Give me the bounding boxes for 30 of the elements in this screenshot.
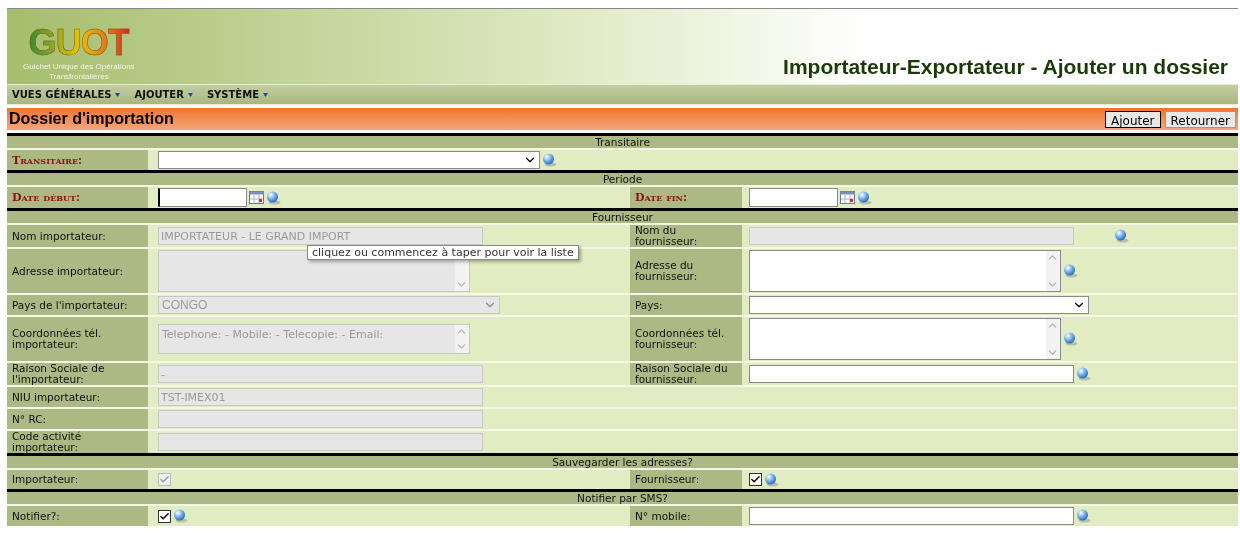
field-label: NIU importateur: xyxy=(7,387,148,407)
field-label: Coordonnées tél. importateur: xyxy=(7,317,148,361)
section-header: Periode xyxy=(7,173,1238,185)
field-label: Pays de l'importateur: xyxy=(7,295,148,315)
field-label: Coordonnées tél. fournisseur: xyxy=(630,317,742,361)
field-label: Raison Sociale de l'importateur: xyxy=(7,363,148,385)
field-label: Fournisseur: xyxy=(630,470,742,489)
section-header: Transitaire xyxy=(7,136,1238,148)
field-label: Adresse du fournisseur: xyxy=(630,249,742,293)
field-label: Transitaire: xyxy=(7,150,148,170)
field-label: N° RC: xyxy=(7,409,148,429)
logo-tagline: Transfrontalières xyxy=(48,73,109,81)
field-label: Notifier?: xyxy=(7,506,148,526)
field-label: N° mobile: xyxy=(630,506,742,526)
field-label: Pays: xyxy=(630,295,742,315)
field-label: Adresse importateur: xyxy=(7,249,148,293)
page-title: Importateur-Exportateur - Ajouter un dossier xyxy=(783,53,1228,80)
section-header: Fournisseur xyxy=(7,211,1238,223)
field-label: Date début: xyxy=(7,187,148,208)
field-label: Code activité importateur: xyxy=(7,431,148,453)
section-header: Sauvegarder les adresses? xyxy=(7,456,1238,468)
field-label: Nom du fournisseur: xyxy=(630,225,742,247)
field-label: Importateur: xyxy=(7,470,148,489)
field-label: Raison Sociale du fournisseur: xyxy=(630,363,742,385)
logo-tagline: Guichet Unique des Opérations xyxy=(23,63,135,71)
section-header: Notifier par SMS? xyxy=(7,492,1238,504)
form-title: Dossier d'importation xyxy=(9,109,174,129)
tooltip: cliquez ou commencez à taper pour voir la liste xyxy=(307,245,579,260)
field-label: Date fin: xyxy=(630,187,742,208)
field-label: Nom importateur: xyxy=(7,225,148,247)
